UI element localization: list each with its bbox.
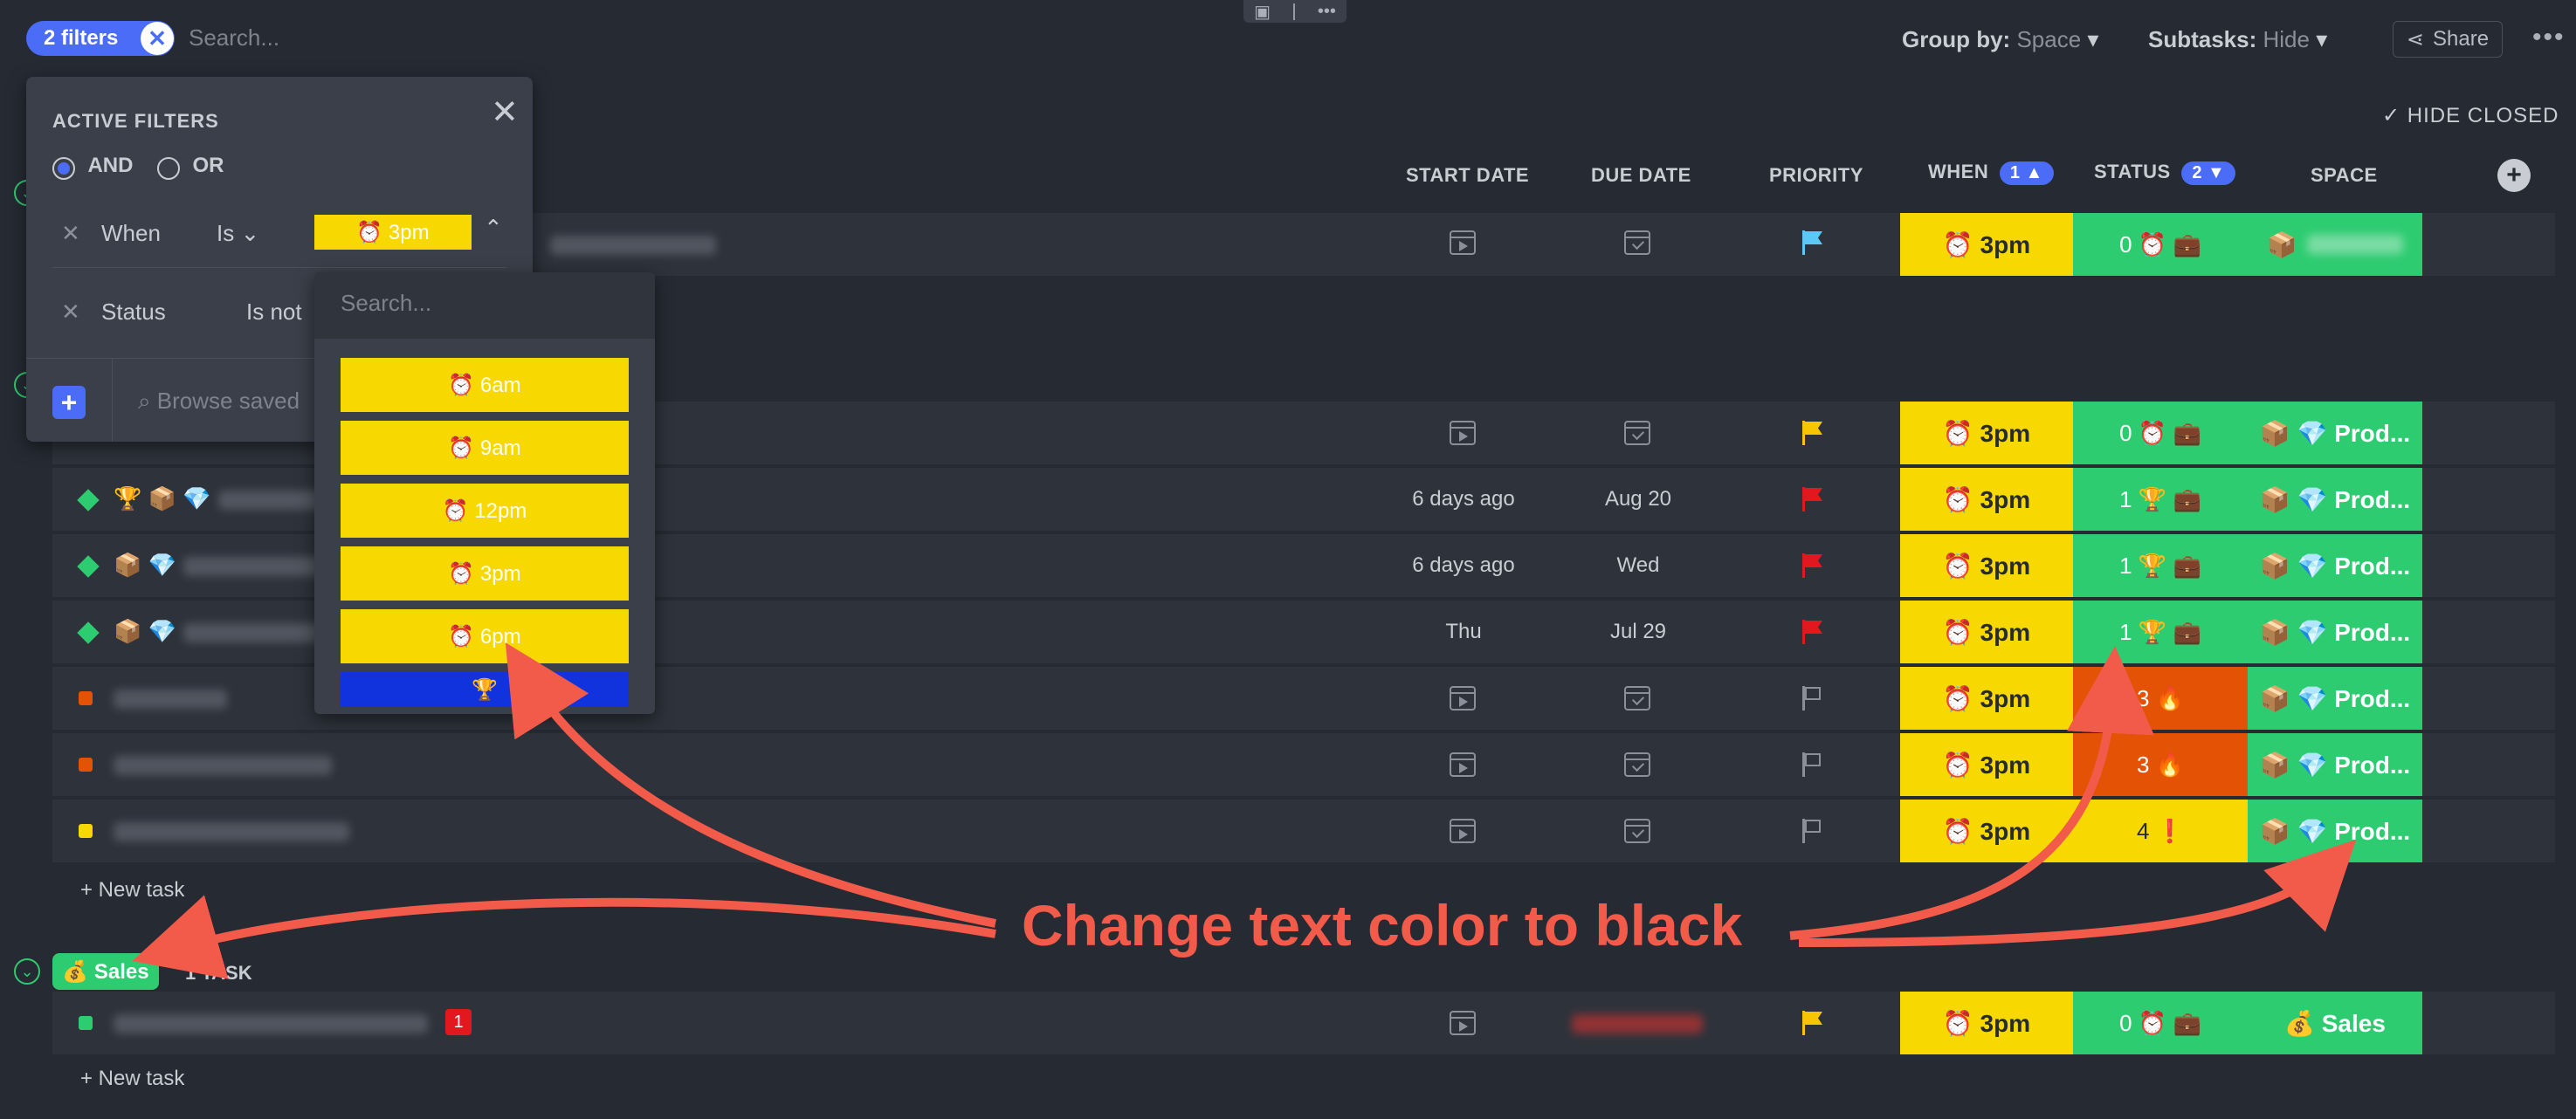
arrow-to-dropdown — [505, 642, 996, 928]
arrow-to-sales — [132, 895, 996, 979]
arrow-to-status — [1789, 646, 2154, 940]
arrow-to-space — [1798, 839, 2357, 947]
annotation-text: Change text color to black — [1022, 893, 1743, 958]
